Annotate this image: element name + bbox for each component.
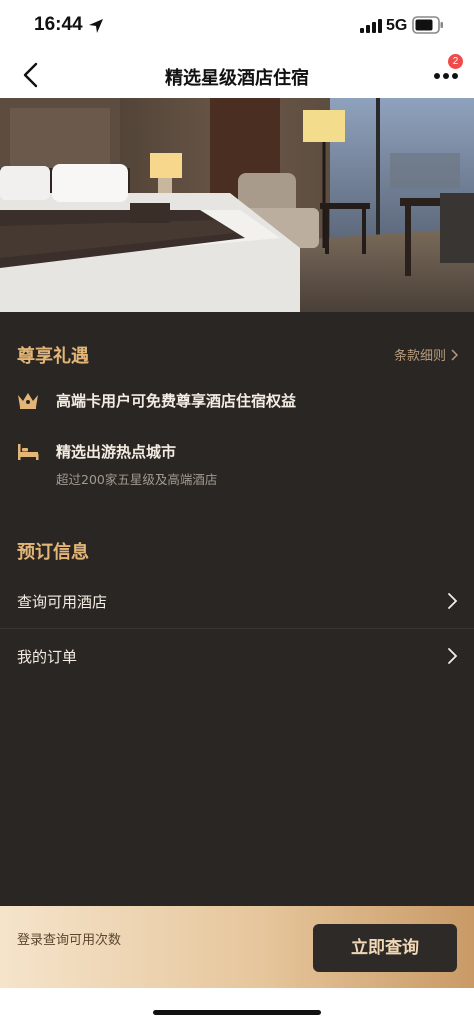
crown-icon bbox=[18, 393, 38, 409]
signal-icon bbox=[360, 19, 382, 33]
benefit-subtitle-2: 超过200家五星级及高端酒店 bbox=[56, 472, 218, 487]
notification-badge: 2 bbox=[448, 54, 463, 69]
booking-title: 预订信息 bbox=[17, 542, 89, 563]
network-label: 5G bbox=[386, 17, 408, 34]
chevron-right-icon bbox=[451, 348, 459, 361]
chevron-right-icon bbox=[448, 648, 458, 664]
home-indicator[interactable] bbox=[153, 1010, 321, 1015]
privileges-title: 尊享礼遇 bbox=[17, 346, 89, 367]
location-arrow-icon bbox=[89, 19, 103, 33]
status-time: 16:44 bbox=[34, 14, 83, 35]
list-item-my-orders[interactable]: 我的订单 bbox=[0, 631, 474, 681]
more-dots-icon[interactable] bbox=[430, 66, 462, 86]
page-title: 精选星级酒店住宿 bbox=[165, 68, 309, 89]
status-bar: 16:44 5G bbox=[0, 0, 474, 52]
chevron-right-icon bbox=[448, 593, 458, 609]
bottom-action-bar: 登录查询可用次数 立即查询 bbox=[0, 906, 474, 988]
battery-icon bbox=[412, 16, 443, 34]
home-indicator-area bbox=[0, 988, 474, 1025]
terms-link-label: 条款细则 bbox=[394, 349, 447, 364]
benefit-title-2: 精选出游热点城市 bbox=[56, 443, 177, 461]
list-item-label: 查询可用酒店 bbox=[17, 593, 108, 611]
bed-icon bbox=[18, 444, 39, 460]
list-item-label: 我的订单 bbox=[17, 648, 78, 666]
login-hint: 登录查询可用次数 bbox=[17, 933, 122, 948]
divider bbox=[0, 628, 474, 629]
nav-bar: 精选星级酒店住宿 2 bbox=[0, 52, 474, 98]
query-now-button[interactable]: 立即查询 bbox=[313, 924, 457, 972]
hotel-room-photo bbox=[0, 98, 474, 312]
list-item-available-hotels[interactable]: 查询可用酒店 bbox=[0, 576, 474, 626]
benefit-title-1: 高端卡用户可免费尊享酒店住宿权益 bbox=[56, 392, 297, 410]
terms-link[interactable]: 条款细则 bbox=[394, 345, 459, 364]
